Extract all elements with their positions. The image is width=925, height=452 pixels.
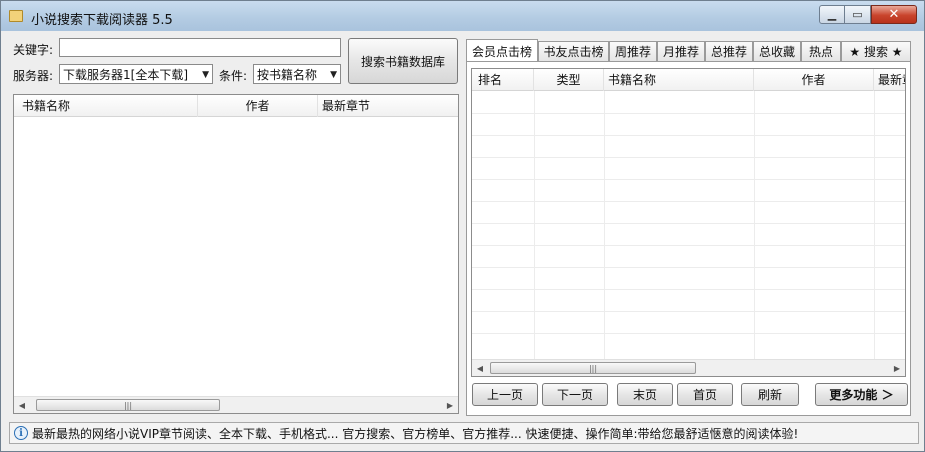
chevron-down-icon: ▼ — [330, 70, 337, 80]
folder-icon — [9, 10, 23, 22]
tab-total-favorites[interactable]: 总收藏 — [753, 41, 801, 61]
grid-line — [472, 223, 905, 224]
grid-line — [472, 311, 905, 312]
tab-hot[interactable]: 热点 — [801, 41, 841, 61]
status-bar: i 最新最热的网络小说VIP章节阅读、全本下载、手机格式... 官方搜索、官方榜… — [9, 422, 919, 444]
scrollbar-thumb[interactable]: ||| — [36, 399, 220, 411]
grid-line — [472, 245, 905, 246]
refresh-button[interactable]: 刷新 — [741, 383, 799, 406]
column-header-author[interactable]: 作者 — [754, 69, 874, 91]
ranking-header: 排名 类型 书籍名称 作者 最新章 — [472, 69, 905, 91]
grid-line — [472, 201, 905, 202]
scroll-right-icon[interactable]: ▶ — [889, 360, 905, 376]
grid-line — [472, 333, 905, 334]
grid-line — [472, 289, 905, 290]
tab-search[interactable]: ★ 搜索 ★ — [841, 41, 911, 61]
title-bar[interactable]: 小说搜索下载阅读器 5.5 ▁ ▭ ✕ — [1, 1, 924, 31]
search-results-list[interactable]: 书籍名称 作者 最新章节 ◀ ||| ▶ — [13, 94, 459, 414]
server-select[interactable]: 下载服务器1[全本下载] ▼ — [59, 64, 213, 84]
grid-line — [472, 267, 905, 268]
close-button[interactable]: ✕ — [871, 5, 917, 24]
first-page-button[interactable]: 首页 — [677, 383, 733, 406]
status-message: 最新最热的网络小说VIP章节阅读、全本下载、手机格式... 官方搜索、官方榜单、… — [32, 426, 799, 441]
previous-page-button[interactable]: 上一页 — [472, 383, 538, 406]
results-horizontal-scrollbar[interactable]: ◀ ||| ▶ — [14, 396, 458, 413]
results-header: 书籍名称 作者 最新章节 — [14, 95, 458, 117]
more-features-button[interactable]: 更多功能 ＞ — [815, 383, 908, 406]
ranking-horizontal-scrollbar[interactable]: ◀ ||| ▶ — [472, 359, 905, 376]
info-icon: i — [14, 426, 28, 440]
column-header-latest-chapter[interactable]: 最新章 — [874, 69, 905, 91]
grid-line — [472, 135, 905, 136]
scroll-left-icon[interactable]: ◀ — [14, 397, 30, 413]
maximize-button[interactable]: ▭ — [845, 5, 871, 24]
grid-line — [534, 91, 535, 359]
column-header-latest-chapter[interactable]: 最新章节 — [318, 95, 458, 117]
condition-label: 条件: — [219, 69, 248, 83]
last-page-button[interactable]: 末页 — [617, 383, 673, 406]
tab-reader-clicks[interactable]: 书友点击榜 — [538, 41, 609, 61]
ranking-tabs: 会员点击榜 书友点击榜 周推荐 月推荐 总推荐 总收藏 热点 ★ 搜索 ★ — [464, 39, 911, 61]
grid-line — [472, 179, 905, 180]
tab-member-clicks[interactable]: 会员点击榜 — [466, 39, 538, 61]
next-page-button[interactable]: 下一页 — [542, 383, 608, 406]
app-window: 小说搜索下载阅读器 5.5 ▁ ▭ ✕ 关键字: 服务器: 下载服务器1[全本下… — [0, 0, 925, 452]
scrollbar-thumb[interactable]: ||| — [490, 362, 696, 374]
keyword-input[interactable] — [59, 38, 341, 57]
column-header-book-name[interactable]: 书籍名称 — [604, 69, 754, 91]
condition-select[interactable]: 按书籍名称 ▼ — [253, 64, 341, 84]
ranking-tab-panel: 排名 类型 书籍名称 作者 最新章 ◀ ||| — [466, 61, 911, 416]
tab-weekly-recommend[interactable]: 周推荐 — [609, 41, 657, 61]
search-database-button[interactable]: 搜索书籍数据库 — [348, 38, 458, 84]
column-header-book-name[interactable]: 书籍名称 — [14, 95, 198, 117]
grid-line — [754, 91, 755, 359]
column-header-author[interactable]: 作者 — [198, 95, 318, 117]
column-header-type[interactable]: 类型 — [534, 69, 604, 91]
grid-line — [604, 91, 605, 359]
server-label: 服务器: — [13, 69, 54, 83]
grid-line — [472, 113, 905, 114]
keyword-label: 关键字: — [13, 43, 54, 57]
scroll-left-icon[interactable]: ◀ — [472, 360, 488, 376]
window-title: 小说搜索下载阅读器 5.5 — [31, 13, 173, 28]
condition-select-value: 按书籍名称 — [257, 67, 318, 82]
ranking-list[interactable]: 排名 类型 书籍名称 作者 最新章 ◀ ||| — [471, 68, 906, 377]
minimize-button[interactable]: ▁ — [819, 5, 845, 24]
tab-monthly-recommend[interactable]: 月推荐 — [657, 41, 705, 61]
grid-line — [874, 91, 875, 359]
grid-line — [472, 157, 905, 158]
scroll-right-icon[interactable]: ▶ — [442, 397, 458, 413]
server-select-value: 下载服务器1[全本下载] — [63, 67, 188, 82]
column-header-rank[interactable]: 排名 — [472, 69, 534, 91]
chevron-down-icon: ▼ — [202, 70, 209, 80]
tab-total-recommend[interactable]: 总推荐 — [705, 41, 753, 61]
